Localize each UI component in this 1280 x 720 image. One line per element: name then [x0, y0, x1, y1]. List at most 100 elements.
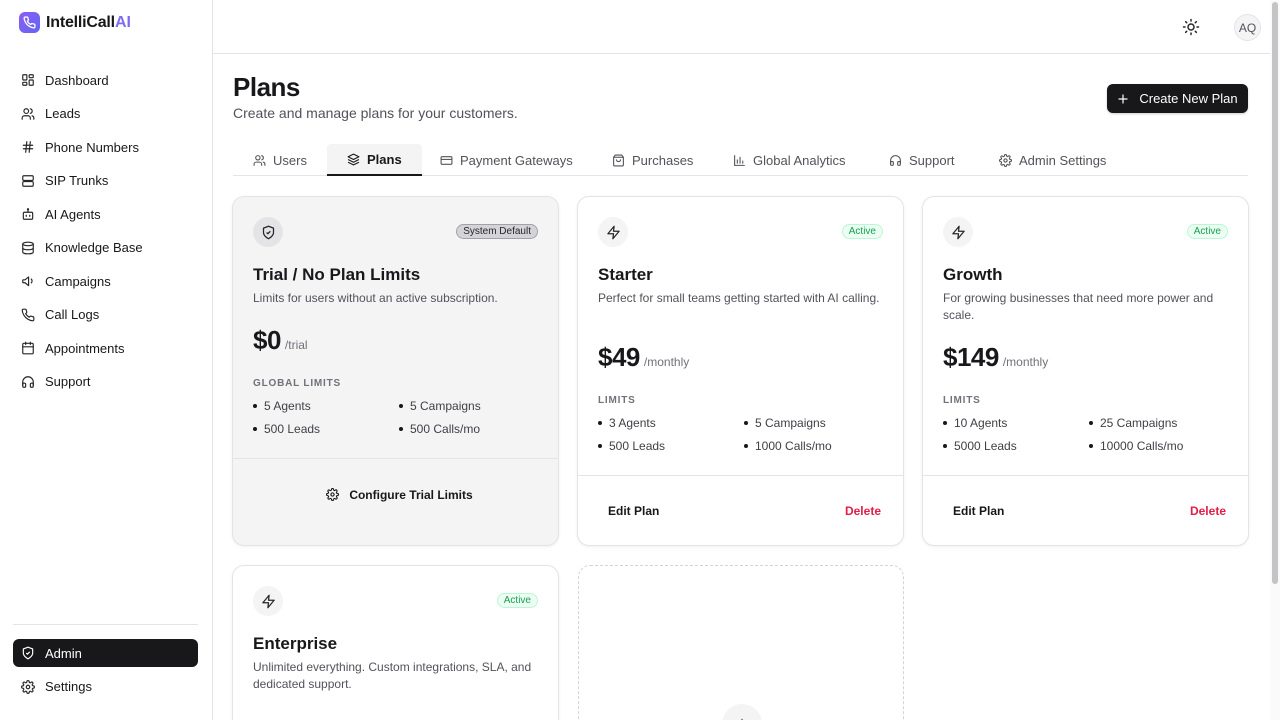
limit-text: 5 Agents — [264, 399, 311, 413]
limits-list: 5 Agents 5 Campaigns 500 Leads 500 Calls… — [253, 398, 543, 437]
edit-plan-button[interactable]: Edit Plan — [953, 504, 1004, 518]
create-new-plan-label: Create New Plan — [1139, 91, 1238, 106]
users-icon — [253, 154, 266, 166]
tab-admin-settings[interactable]: Admin Settings — [999, 144, 1106, 176]
limit-item: 5 Campaigns — [744, 415, 890, 431]
sidebar-item-settings[interactable]: Settings — [13, 673, 198, 701]
tab-global-analytics[interactable]: Global Analytics — [733, 144, 846, 176]
gear-icon — [326, 488, 340, 501]
plan-card-growth: Active Growth For growing businesses tha… — [922, 196, 1249, 546]
scrollbar-thumb[interactable] — [1272, 2, 1278, 584]
limit-item: 500 Leads — [253, 421, 399, 437]
tab-payment-gateways[interactable]: Payment Gateways — [440, 144, 573, 176]
tab-purchases[interactable]: Purchases — [612, 144, 693, 176]
tab-label: Payment Gateways — [460, 152, 573, 168]
plus-icon — [1118, 93, 1128, 104]
sidebar-item-call-logs[interactable]: Call Logs — [13, 301, 198, 329]
sidebar-item-label: Knowledge Base — [45, 240, 143, 255]
delete-plan-button[interactable]: Delete — [845, 504, 881, 518]
sidebar-item-appointments[interactable]: Appointments — [13, 334, 198, 362]
sidebar-bottom: Admin Settings — [13, 624, 198, 706]
sidebar: IntelliCall AI Dashboard Leads Phone Numb… — [0, 0, 213, 720]
add-plan-card[interactable] — [578, 565, 904, 720]
tab-label: Plans — [367, 151, 402, 167]
calendar-icon — [22, 341, 34, 355]
edit-plan-button[interactable]: Edit Plan — [608, 504, 659, 518]
zap-icon — [943, 217, 973, 247]
plan-title: Trial / No Plan Limits — [253, 265, 421, 284]
limits-label: GLOBAL LIMITS — [253, 378, 341, 389]
layers-icon — [347, 153, 360, 165]
delete-plan-button[interactable]: Delete — [1190, 504, 1226, 518]
shield-icon — [22, 646, 34, 660]
headphones-icon — [22, 375, 34, 388]
limit-text: 500 Calls/mo — [410, 422, 481, 436]
plan-description: Perfect for small teams getting started … — [598, 291, 880, 305]
price-period: /trial — [284, 338, 308, 352]
brand[interactable]: IntelliCall AI — [19, 12, 131, 33]
sidebar-item-dashboard[interactable]: Dashboard — [13, 66, 198, 94]
sidebar-item-label: Settings — [45, 679, 92, 694]
sidebar-item-sip-trunks[interactable]: SIP Trunks — [13, 167, 198, 195]
gear-icon — [999, 153, 1012, 167]
limit-text: 25 Campaigns — [1100, 416, 1178, 430]
price-amount: $149 — [943, 342, 999, 372]
status-badge: Active — [1186, 224, 1228, 239]
bot-icon — [22, 208, 34, 220]
limit-item: 25 Campaigns — [1089, 415, 1235, 431]
tab-label: Global Analytics — [753, 152, 846, 168]
plan-title: Enterprise — [253, 634, 338, 653]
shield-icon — [253, 217, 283, 247]
sidebar-item-leads[interactable]: Leads — [13, 100, 198, 128]
sidebar-nav: Dashboard Leads Phone Numbers SIP Trunks… — [13, 66, 198, 401]
page-title: Plans — [233, 72, 300, 102]
plan-description: For growing businesses that need more po… — [943, 291, 1214, 322]
price-period: /monthly — [1002, 355, 1049, 369]
brand-suffix: AI — [114, 13, 131, 31]
sidebar-item-ai-agents[interactable]: AI Agents — [13, 200, 198, 228]
limit-text: 5 Campaigns — [410, 399, 481, 413]
limit-text: 500 Leads — [609, 439, 666, 453]
plus-icon — [722, 704, 762, 720]
limit-item: 3 Agents — [598, 415, 744, 431]
sidebar-item-campaigns[interactable]: Campaigns — [13, 267, 198, 295]
limit-item: 10 Agents — [943, 415, 1089, 431]
brand-name: IntelliCall — [46, 13, 115, 31]
plan-card-enterprise: Active Enterprise Unlimited everything. … — [232, 565, 559, 720]
bar-chart-icon — [734, 154, 745, 166]
sidebar-item-label: Campaigns — [45, 273, 111, 289]
zap-icon — [598, 217, 628, 247]
users-icon — [21, 107, 35, 120]
phone-logo-icon — [19, 12, 40, 33]
avatar[interactable]: AQ — [1234, 14, 1261, 41]
sidebar-item-label: Dashboard — [45, 72, 109, 88]
limits-label: LIMITS — [943, 395, 981, 406]
theme-toggle-button[interactable] — [1182, 18, 1200, 36]
scrollbar[interactable] — [1270, 0, 1280, 720]
tab-support[interactable]: Support — [889, 144, 955, 176]
page-subtitle: Create and manage plans for your custome… — [233, 105, 518, 121]
status-badge: System Default — [456, 224, 538, 239]
plan-title: Growth — [943, 265, 1003, 284]
sidebar-item-support[interactable]: Support — [13, 368, 198, 396]
tab-users[interactable]: Users — [253, 144, 307, 176]
limit-text: 10000 Calls/mo — [1100, 439, 1184, 453]
limit-item: 5000 Leads — [943, 438, 1089, 454]
megaphone-icon — [22, 276, 33, 287]
plan-price: $49 /monthly — [598, 342, 689, 373]
sidebar-item-knowledge-base[interactable]: Knowledge Base — [13, 234, 198, 262]
sidebar-item-label: Support — [45, 374, 91, 389]
topbar: AQ — [213, 0, 1270, 54]
sidebar-item-label: Call Logs — [45, 307, 100, 322]
limits-label: LIMITS — [598, 395, 636, 406]
configure-trial-limits-button[interactable]: Configure Trial Limits — [263, 488, 536, 502]
tab-label: Support — [909, 152, 955, 168]
card-footer: Edit Plan Delete — [923, 475, 1248, 545]
tab-plans[interactable]: Plans — [327, 144, 422, 176]
limit-item: 500 Leads — [598, 438, 744, 454]
sidebar-item-admin[interactable]: Admin — [13, 639, 198, 667]
database-icon — [22, 241, 34, 254]
create-new-plan-button[interactable]: Create New Plan — [1107, 84, 1248, 113]
sidebar-item-phone-numbers[interactable]: Phone Numbers — [13, 133, 198, 161]
plan-card-trial: System Default Trial / No Plan Limits Li… — [232, 196, 559, 546]
